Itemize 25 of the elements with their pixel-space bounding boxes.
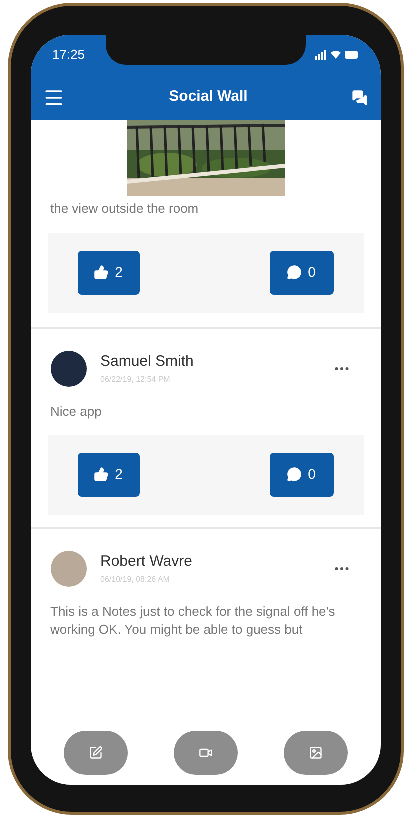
thumbs-up-icon (94, 265, 110, 280)
thumbs-up-icon (94, 467, 110, 482)
post-text: the view outside the room (50, 200, 200, 218)
like-button[interactable]: 2 (78, 452, 140, 496)
note-button[interactable] (64, 731, 128, 775)
post-text: This is a Notes just to check for the signal off he's working OK. You might be able to guess but (50, 602, 336, 638)
avatar (50, 350, 86, 386)
speech-bubble-icon (287, 467, 302, 482)
author-name: Samuel Smith (100, 352, 195, 372)
like-button[interactable]: 2 (78, 250, 140, 294)
status-time: 17:25 (52, 46, 86, 64)
pen-square-icon (88, 746, 102, 760)
header-title: Social Wall (169, 87, 248, 108)
photo-button[interactable] (284, 731, 348, 775)
author-name: Robert Wavre (100, 552, 194, 572)
image-icon (308, 746, 322, 760)
video-camera-icon (198, 746, 212, 760)
avatar (50, 550, 86, 586)
chat-icon[interactable] (352, 90, 368, 106)
video-button[interactable] (174, 731, 238, 775)
comment-button[interactable]: 0 (270, 250, 334, 294)
comment-button[interactable]: 0 (270, 452, 334, 496)
post-text: Nice app (50, 402, 103, 420)
speech-bubble-icon (287, 265, 302, 280)
status-icons (314, 50, 358, 60)
